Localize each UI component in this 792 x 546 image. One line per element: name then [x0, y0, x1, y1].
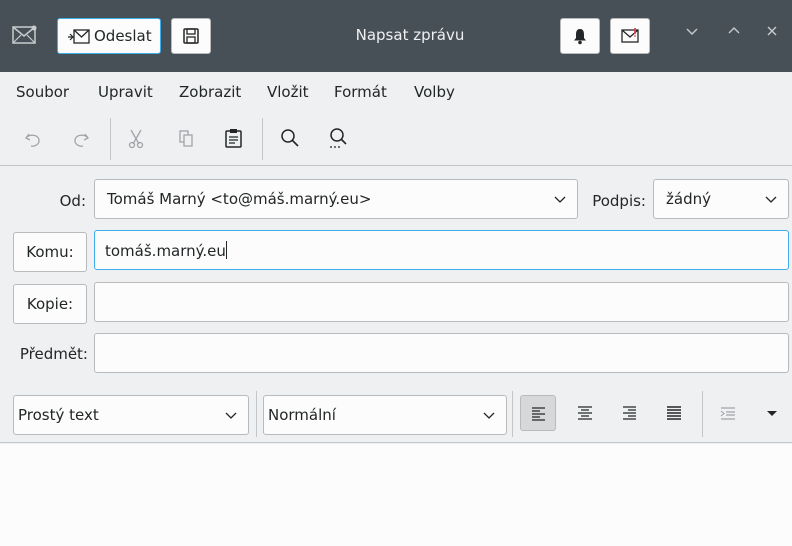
to-field[interactable]: tomáš.marný.eu — [94, 230, 789, 270]
menu-format[interactable]: Formát — [334, 83, 387, 101]
align-center-button[interactable] — [567, 395, 603, 431]
envelope-app-icon — [12, 25, 37, 44]
paragraph-style-select[interactable]: Normální — [263, 395, 507, 435]
more-dropdown-icon — [767, 411, 777, 416]
signature-label: Podpis: — [592, 192, 646, 210]
from-identity-value: Tomáš Marný <to@máš.marný.eu> — [107, 190, 372, 208]
cc-field[interactable] — [94, 282, 789, 322]
format-separator — [256, 391, 257, 437]
chevron-down-icon — [483, 412, 495, 419]
indent-icon — [720, 407, 735, 420]
subject-field[interactable] — [94, 333, 789, 373]
find-replace-button[interactable] — [324, 124, 352, 152]
copy-icon — [179, 130, 193, 147]
window-title: Napsat zprávu — [355, 26, 465, 44]
request-receipt-button[interactable] — [610, 18, 650, 54]
to-button[interactable]: Komu: — [13, 232, 87, 272]
menu-view[interactable]: Zobrazit — [179, 83, 241, 101]
align-justify-icon — [667, 406, 681, 420]
chevron-down-icon — [686, 28, 698, 35]
indent-button[interactable] — [710, 395, 746, 431]
toolbar-separator — [262, 118, 263, 160]
search-icon — [281, 129, 299, 147]
menu-file[interactable]: Soubor — [16, 83, 69, 101]
message-body-editor[interactable] — [0, 444, 792, 546]
align-left-button[interactable] — [520, 395, 556, 431]
toolbar-separator — [110, 118, 111, 160]
paste-button[interactable] — [220, 124, 248, 152]
format-separator — [702, 391, 703, 437]
paste-icon — [225, 129, 242, 148]
close-icon — [767, 26, 777, 36]
paragraph-style-value: Normální — [268, 406, 336, 424]
title-bar: Odeslat Napsat zprávu — [0, 0, 792, 72]
format-toolbar: Prostý text Normální — [0, 385, 792, 443]
text-mode-value: Prostý text — [18, 406, 99, 424]
from-label: Od: — [59, 192, 86, 210]
chevron-up-icon — [728, 27, 740, 34]
minimize-button[interactable] — [682, 24, 702, 44]
send-icon — [68, 29, 90, 44]
copy-button[interactable] — [172, 124, 200, 152]
chevron-down-icon — [554, 196, 566, 203]
menu-edit[interactable]: Upravit — [98, 83, 153, 101]
text-caret — [225, 241, 227, 259]
to-field-value: tomáš.marný.eu — [105, 242, 226, 260]
save-draft-button[interactable] — [171, 18, 211, 54]
signature-select[interactable]: žádný — [653, 179, 789, 219]
find-replace-icon — [330, 128, 347, 148]
menu-insert[interactable]: Vložit — [267, 83, 309, 101]
more-format-button[interactable] — [754, 395, 790, 431]
main-toolbar — [0, 112, 792, 166]
bell-icon — [574, 29, 586, 45]
signature-value: žádný — [666, 190, 711, 208]
align-right-icon — [623, 406, 636, 420]
cut-icon — [128, 129, 144, 149]
cc-button-label: Kopie: — [26, 295, 74, 313]
align-center-icon — [578, 406, 592, 420]
text-mode-select[interactable]: Prostý text — [13, 395, 249, 435]
save-icon — [183, 28, 199, 44]
menu-options[interactable]: Volby — [414, 83, 455, 101]
close-button[interactable] — [762, 24, 782, 44]
maximize-button[interactable] — [724, 24, 744, 44]
chevron-down-icon — [225, 412, 237, 419]
undo-icon — [25, 133, 40, 147]
menu-bar: Soubor Upravit Zobrazit Vložit Formát Vo… — [0, 72, 792, 112]
cut-button[interactable] — [122, 124, 150, 152]
undo-button[interactable] — [20, 124, 48, 152]
redo-icon — [74, 133, 89, 147]
redo-button[interactable] — [66, 124, 94, 152]
find-button[interactable] — [276, 124, 304, 152]
envelope-alert-icon — [621, 28, 639, 43]
from-identity-select[interactable]: Tomáš Marný <to@máš.marný.eu> — [94, 179, 578, 219]
send-button-label: Odeslat — [94, 27, 152, 45]
send-button[interactable]: Odeslat — [57, 18, 161, 54]
cc-button[interactable]: Kopie: — [13, 284, 87, 324]
to-button-label: Komu: — [26, 243, 74, 261]
notifications-button[interactable] — [560, 18, 600, 54]
subject-label: Předmět: — [19, 345, 88, 363]
align-justify-button[interactable] — [656, 395, 692, 431]
chevron-down-icon — [765, 196, 777, 203]
align-left-icon — [532, 407, 545, 421]
format-separator — [512, 391, 513, 437]
align-right-button[interactable] — [611, 395, 647, 431]
